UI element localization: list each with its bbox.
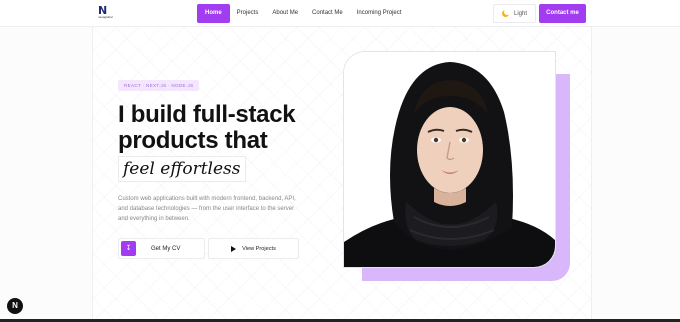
portrait-illustration [344, 52, 555, 267]
get-cv-button[interactable]: ↧ Get My CV [118, 238, 205, 259]
nav-projects[interactable]: Projects [230, 4, 266, 23]
next-dev-indicator[interactable]: N [7, 298, 23, 314]
cv-button-label: Get My CV [151, 245, 181, 252]
nav-about-me[interactable]: About Me [265, 4, 305, 23]
heading-line-1: I build full-stack [118, 101, 296, 128]
moon-icon [501, 9, 510, 17]
theme-toggle-button[interactable]: Light [493, 4, 536, 23]
hero-description: Custom web applications built with moder… [118, 196, 296, 222]
page: N navaglobal Home Projects About Me Cont… [0, 0, 680, 322]
nav-incoming-project[interactable]: Incoming Project [350, 4, 409, 23]
hero-heading: I build full-stack products that [118, 101, 296, 154]
tech-badge: REACT · NEXT.JS · NODE.JS [118, 80, 200, 91]
heading-highlight: feel effortless [118, 156, 246, 182]
play-icon [231, 245, 237, 252]
site-logo[interactable]: N navaglobal [98, 5, 114, 20]
logo-sub: navaglobal [98, 15, 113, 19]
navbar: N navaglobal Home Projects About Me Cont… [0, 0, 680, 27]
nav-contact-me[interactable]: Contact Me [305, 4, 350, 23]
nav-home[interactable]: Home [197, 4, 230, 23]
view-projects-button[interactable]: View Projects [208, 238, 299, 259]
portrait-photo [343, 51, 556, 268]
contact-me-button[interactable]: Contact me [539, 4, 586, 23]
theme-label: Light [513, 10, 527, 17]
projects-button-label: View Projects [242, 245, 276, 252]
heading-line-2: products that [118, 127, 268, 154]
nav-links: Home Projects About Me Contact Me Incomi… [197, 4, 408, 23]
download-icon: ↧ [121, 241, 136, 256]
